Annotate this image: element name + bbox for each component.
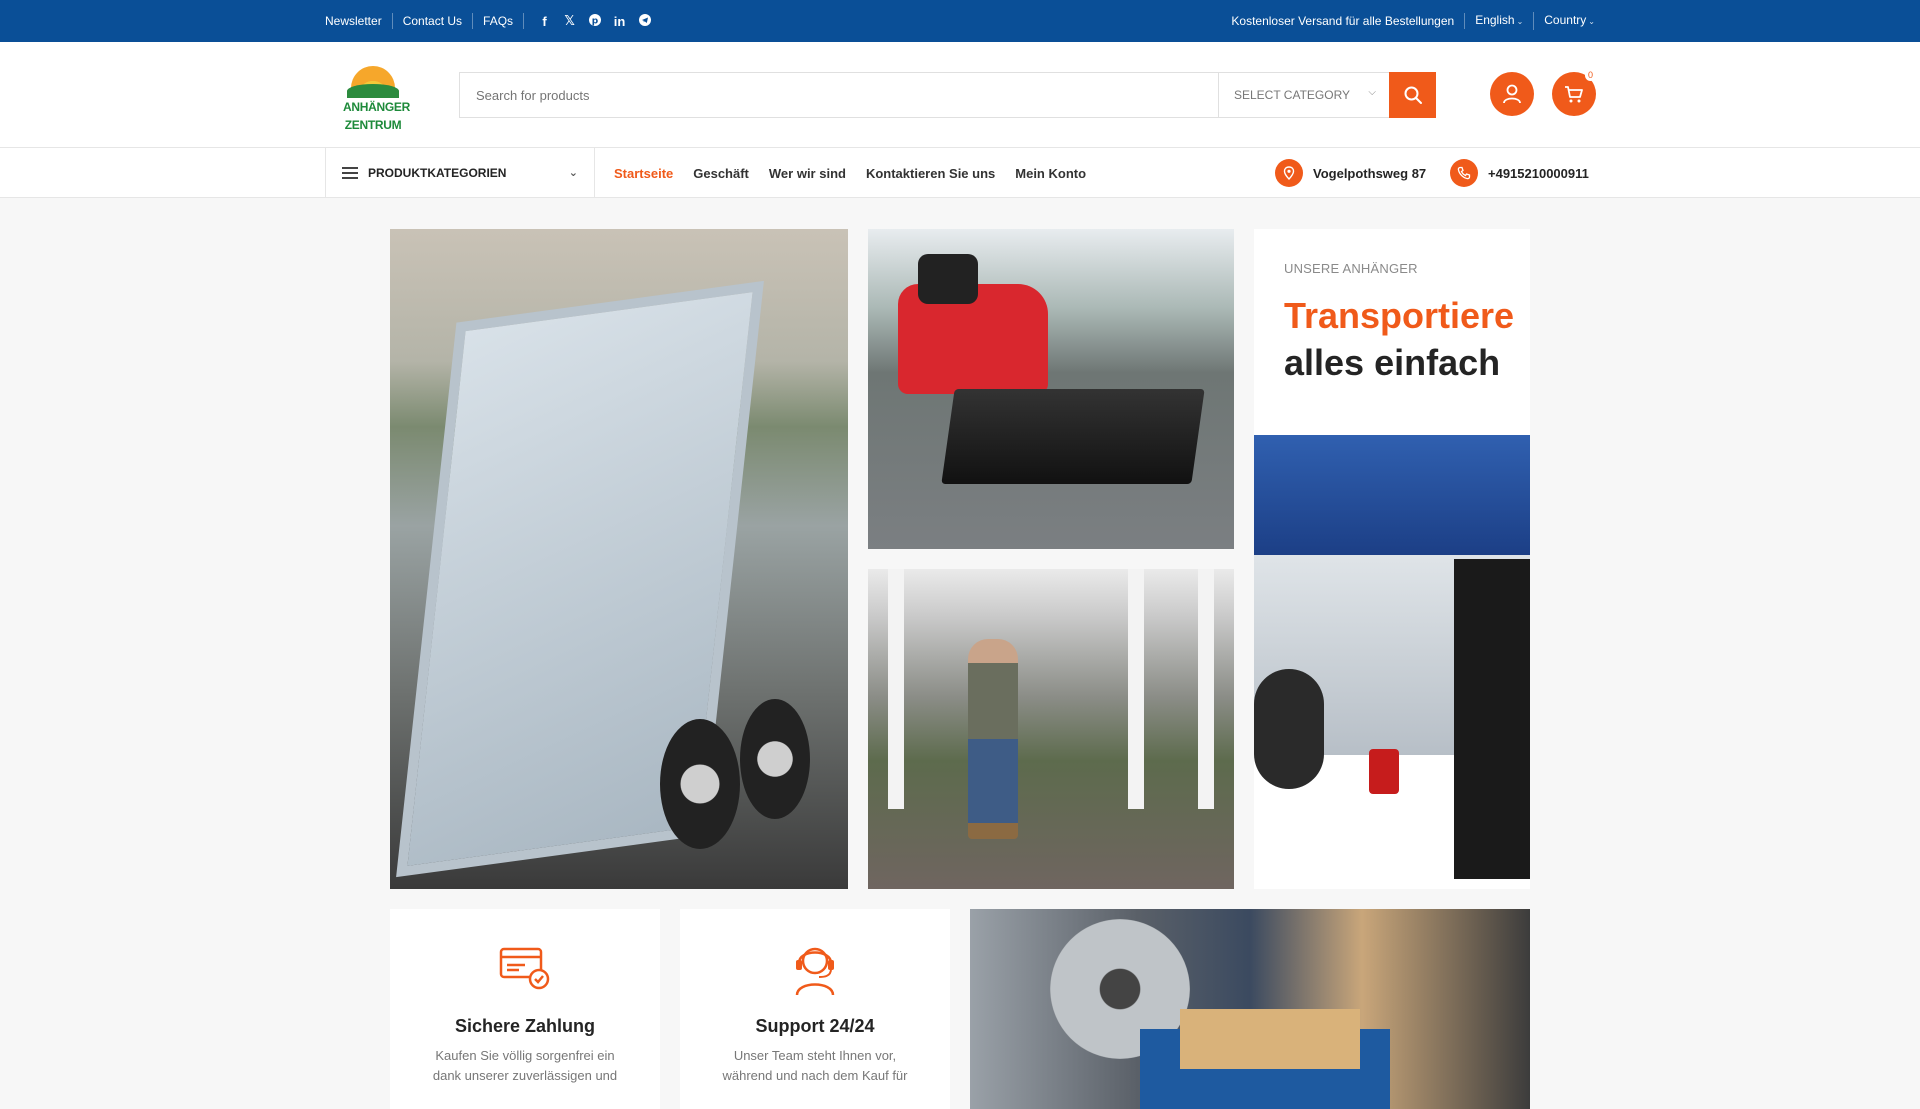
promo-subtitle: UNSERE ANHÄNGER [1284,261,1418,276]
main-nav: PRODUKTKATEGORIEN ⌄ Startseite Geschäft … [0,148,1920,198]
top-bar-right: Kostenloser Versand für alle Bestellunge… [1221,0,1595,42]
product-categories-label: PRODUKTKATEGORIEN [368,166,507,180]
site-logo[interactable]: ANHÄNGER ZENTRUM [343,66,410,138]
trailer-banner-image[interactable] [390,229,848,889]
country-label: Country [1544,13,1587,27]
feature-title: Support 24/24 [755,1016,875,1036]
top-bar: Newsletter Contact Us FAQs f 𝕏 p in Kost… [0,0,1920,42]
phone-text: +4915210000911 [1488,165,1589,181]
feature-secure-payment: Sichere Zahlung Kaufen Sie völlig sorgen… [390,909,660,1109]
nav-item-geschaeft[interactable]: Geschäft [693,166,749,181]
search-bar: SELECT CATEGORY ⌵ [459,72,1436,118]
feature-description: Kaufen Sie völlig sorgenfrei ein dank un… [432,1048,618,1083]
nav-item-kontakt[interactable]: Kontaktieren Sie uns [866,166,995,181]
secure-card-icon [499,947,550,990]
tail-lamp [1369,749,1399,794]
porch-column [888,569,904,809]
address-info[interactable]: Vogelpothsweg 87 [1275,157,1426,189]
phone-info[interactable]: +4915210000911 [1450,157,1589,189]
trailer-tarp [1254,435,1530,555]
svg-text:p: p [591,16,598,26]
nav-item-mein-konto[interactable]: Mein Konto [1015,166,1086,181]
contact-us-link[interactable]: Contact Us [393,13,474,29]
person-figure [968,639,1018,839]
menu-icon [342,164,358,182]
linkedin-icon[interactable]: in [607,14,632,29]
logo-text-line2: ZENTRUM [344,118,402,132]
leaf-blower-banner-image[interactable] [868,569,1234,889]
x-icon[interactable]: 𝕏 [557,13,582,29]
nav-menu: Startseite Geschäft Wer wir sind Kontakt… [614,148,1106,198]
cart-count-badge: 0 [1584,69,1596,81]
promo-title-line2: alles einfach [1284,342,1501,383]
phone-icon [1450,159,1478,187]
top-bar-links: Newsletter Contact Us FAQs f 𝕏 p in [325,0,657,42]
social-links: f 𝕏 p in [532,13,657,29]
search-icon [1404,86,1422,104]
miter-saw-banner-image[interactable] [970,909,1530,1109]
nav-item-startseite[interactable]: Startseite [614,166,673,181]
site-header: ANHÄNGER ZENTRUM SELECT CATEGORY ⌵ 0 [0,42,1920,148]
trailer-side [1454,559,1530,879]
user-icon [1503,84,1521,104]
wheel [740,699,810,819]
chevron-down-icon: ⌄ [1516,17,1524,26]
logo-text-line1: ANHÄNGER [343,100,410,114]
promo-title-line1: Transportiere [1284,295,1515,336]
mower-seat [918,254,978,304]
chevron-down-icon: ⌄ [1588,17,1595,26]
map-pin-icon [1275,159,1303,187]
category-select-label: SELECT CATEGORY [1234,88,1351,102]
feature-description: Unser Team steht Ihnen vor, während und … [722,1048,908,1083]
chevron-down-icon: ⌄ [568,167,578,179]
language-selector[interactable]: English ⌄ [1465,12,1535,30]
porch-column [1128,569,1144,809]
product-categories-button[interactable]: PRODUKTKATEGORIEN ⌄ [325,148,595,198]
wheel [660,719,740,849]
language-label: English [1475,13,1515,27]
facebook-icon[interactable]: f [532,14,557,29]
address-text: Vogelpothsweg 87 [1313,165,1427,181]
wood-block [1180,1009,1360,1069]
logo-hill [347,84,399,98]
country-selector[interactable]: Country ⌄ [1534,12,1595,30]
mower-banner-image[interactable] [868,229,1234,549]
telegram-icon[interactable] [632,13,657,29]
search-input[interactable] [460,73,1218,117]
newsletter-link[interactable]: Newsletter [325,13,393,29]
cart-icon [1565,86,1583,103]
support-headset-icon [795,947,835,996]
shipping-notice: Kostenloser Versand für alle Bestellunge… [1221,13,1466,29]
feature-title: Sichere Zahlung [454,1016,596,1036]
category-select[interactable]: SELECT CATEGORY ⌵ [1218,73,1390,117]
chevron-down-icon: ⌵ [1368,87,1376,98]
nav-item-wer-wir-sind[interactable]: Wer wir sind [769,166,846,181]
search-button[interactable] [1389,72,1436,118]
snow-blade [941,389,1205,484]
trailer-tire [1254,669,1324,789]
promo-banner[interactable]: UNSERE ANHÄNGER Transportiere alles einf… [1254,229,1530,889]
porch-column [1198,569,1214,809]
feature-support: Support 24/24 Unser Team steht Ihnen vor… [680,909,950,1109]
cart-button[interactable]: 0 [1552,69,1596,116]
account-button[interactable] [1490,72,1534,116]
faqs-link[interactable]: FAQs [473,13,525,29]
pinterest-icon[interactable]: p [582,13,607,29]
